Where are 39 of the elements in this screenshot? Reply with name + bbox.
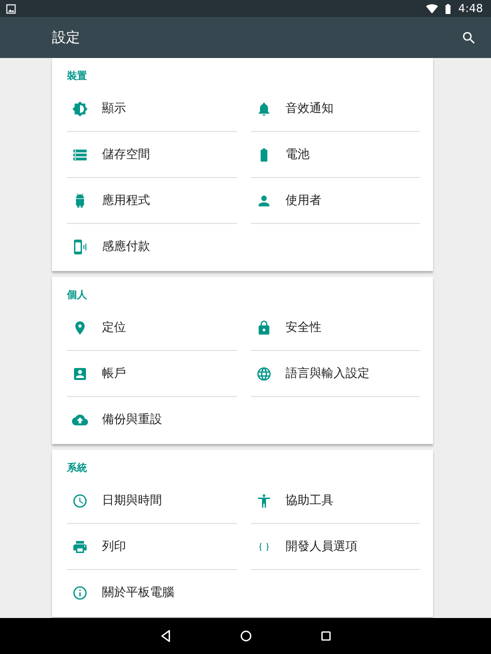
settings-item[interactable]: 音效通知 [250,86,334,131]
list-icon [72,146,88,162]
settings-item[interactable]: 日期與時間 [67,478,162,523]
section-header: 個人 [66,288,88,303]
toolbar-title: 設定 [52,28,80,46]
section-header: 系統 [66,462,88,476]
section-header: 裝置 [66,70,88,84]
settings-item[interactable]: 使用者 [250,178,322,223]
account-icon [72,366,88,382]
settings-item[interactable]: 安全性 [250,305,322,350]
settings-item[interactable]: 語言與輸入設定 [250,351,370,396]
settings-item[interactable]: 感應付款 [67,224,150,269]
brightness-icon [72,100,88,116]
clock-icon [72,492,88,508]
bell-icon [256,100,272,116]
status-time: 4:48 [458,2,483,15]
globe-icon [256,366,272,382]
figure-icon [256,492,272,508]
settings-item[interactable]: 協助工具 [250,478,334,523]
settings-item[interactable]: 開發人員選項 [250,524,358,569]
cloud-upload-icon [72,412,88,428]
printer-icon [72,538,88,554]
settings-item[interactable]: 關於平板電腦 [67,570,174,615]
settings-item[interactable]: 顯示 [67,86,126,131]
settings-item[interactable]: 帳戶 [67,351,126,396]
settings-item[interactable]: 電池 [250,132,310,177]
lock-icon [256,320,272,336]
settings-item[interactable]: 列印 [67,524,126,569]
info-icon [72,584,88,600]
phone-icon [72,238,88,254]
search-icon[interactable] [461,30,477,46]
settings-item[interactable]: 儲存空間 [67,132,150,177]
settings-item[interactable]: 應用程式 [67,178,150,223]
settings-item[interactable]: 定位 [67,305,126,350]
settings-item[interactable]: 備份與重設 [67,397,162,442]
home-icon[interactable] [238,628,254,644]
image-icon [6,4,16,14]
person-icon [256,192,272,208]
wifi-icon [426,2,438,14]
